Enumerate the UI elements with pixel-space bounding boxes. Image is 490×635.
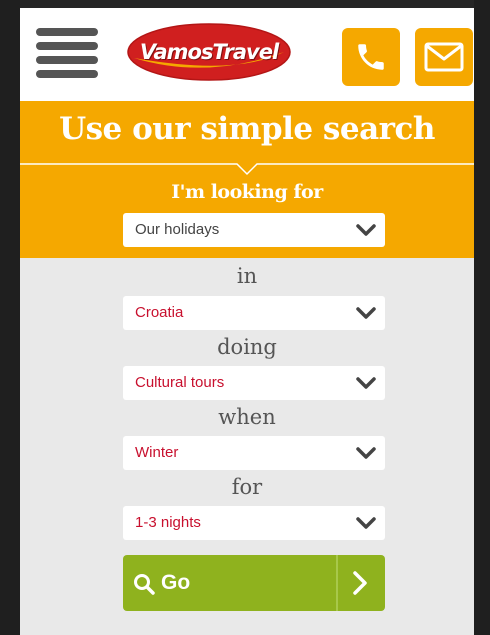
duration-select[interactable]: 1-3 nights [123, 506, 385, 540]
mail-button[interactable] [415, 28, 473, 86]
chevron-down-icon [356, 377, 376, 389]
chevron-down-icon [356, 307, 376, 319]
activity-value: Cultural tours [135, 374, 225, 391]
menu-bar [36, 70, 98, 78]
doing-label: doing [217, 335, 277, 359]
logo-text: VamosTravel [139, 40, 279, 64]
duration-value: 1-3 nights [135, 514, 201, 531]
title-divider [20, 163, 474, 176]
when-label: when [218, 405, 276, 429]
go-button-divider [336, 555, 338, 611]
mobile-page: VamosTravel Use our simple search I'm lo… [20, 8, 474, 635]
hamburger-menu-button[interactable] [36, 28, 98, 78]
looking-for-label: I'm looking for [171, 181, 323, 203]
in-label: in [236, 264, 258, 288]
chevron-down-icon [356, 447, 376, 459]
chevron-right-icon [353, 571, 367, 595]
holiday-type-value: Our holidays [135, 221, 220, 238]
activity-select[interactable]: Cultural tours [123, 366, 385, 400]
destination-select[interactable]: Croatia [123, 296, 385, 330]
window-frame-left [0, 0, 20, 635]
season-value: Winter [135, 444, 179, 461]
go-label: Go [161, 571, 191, 594]
window-frame-top [0, 0, 490, 8]
destination-value: Croatia [135, 304, 184, 321]
chevron-down-icon [356, 224, 376, 236]
mail-icon [424, 42, 464, 72]
site-header: VamosTravel [20, 8, 474, 101]
vamos-travel-logo[interactable]: VamosTravel [126, 22, 292, 82]
search-icon [134, 574, 155, 595]
holiday-type-select[interactable]: Our holidays [123, 213, 385, 247]
search-banner: Use our simple search I'm looking for Ou… [20, 101, 474, 258]
chevron-down-icon [356, 517, 376, 529]
for-label: for [231, 475, 263, 499]
menu-bar [36, 56, 98, 64]
season-select[interactable]: Winter [123, 436, 385, 470]
menu-bar [36, 28, 98, 36]
search-title: Use our simple search [59, 111, 435, 147]
phone-button[interactable] [342, 28, 400, 86]
go-search-button[interactable]: Go [123, 555, 385, 611]
phone-icon [358, 44, 384, 70]
window-frame-right [474, 0, 490, 635]
menu-bar [36, 42, 98, 50]
